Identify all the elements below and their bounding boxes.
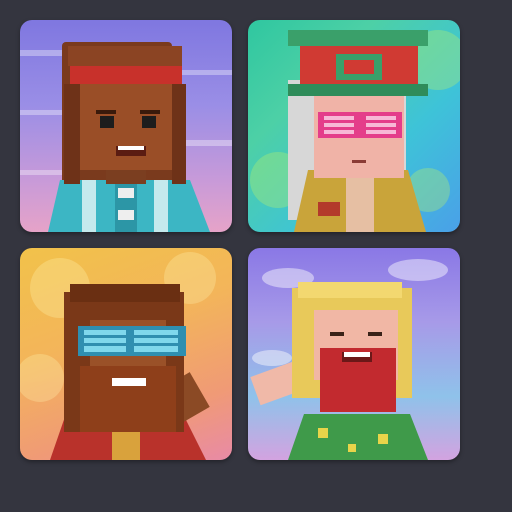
avatar-image-2: [250, 30, 460, 232]
avatar-image-4: [250, 259, 448, 460]
avatar-card-4[interactable]: [248, 248, 460, 460]
avatar-image-1: [20, 42, 232, 232]
avatar-card-2[interactable]: [248, 20, 460, 232]
avatar-card-3[interactable]: [20, 248, 232, 460]
avatar-grid: [0, 0, 512, 512]
avatar-image-3: [20, 252, 216, 460]
avatar-card-1[interactable]: [20, 20, 232, 232]
